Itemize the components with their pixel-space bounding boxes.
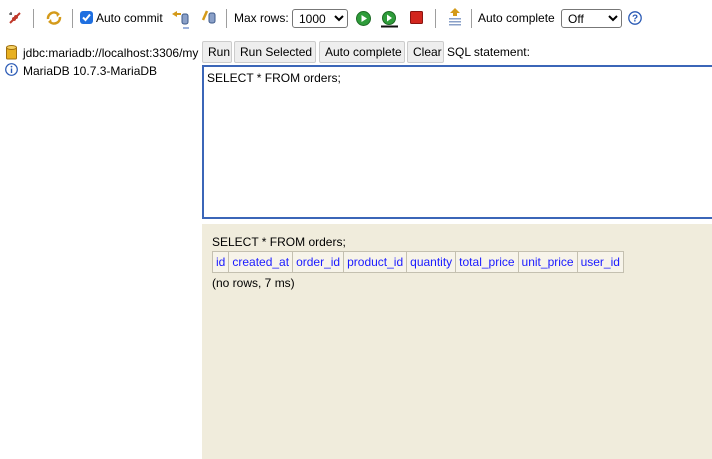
auto-commit-label: Auto commit: [96, 11, 163, 25]
svg-text:?: ?: [632, 14, 638, 25]
info-icon: [5, 63, 18, 76]
history-icon[interactable]: [447, 7, 463, 27]
column-header[interactable]: product_id: [343, 251, 408, 273]
sql-editor-text[interactable]: SELECT * FROM orders;: [207, 71, 341, 85]
run-selected-icon[interactable]: [380, 11, 400, 28]
server-info-label: MariaDB 10.7.3-MariaDB: [23, 64, 158, 78]
column-header[interactable]: order_id: [292, 251, 345, 273]
disconnect-icon[interactable]: [7, 10, 23, 26]
run-icon[interactable]: [356, 11, 371, 26]
result-statement: SELECT * FROM orders;: [212, 235, 346, 249]
results-pane: SELECT * FROM orders; id created_at orde…: [202, 224, 712, 459]
result-table: id created_at order_id product_id quanti…: [211, 251, 624, 273]
auto-commit-checkbox[interactable]: [80, 11, 93, 24]
rollback-icon[interactable]: [200, 8, 218, 26]
sql-statement-label: SQL statement:: [447, 45, 530, 59]
column-header[interactable]: unit_price: [517, 251, 578, 273]
result-header-row: id created_at order_id product_id quanti…: [211, 251, 624, 273]
refresh-icon[interactable]: [45, 10, 63, 26]
auto-complete-button[interactable]: Auto complete: [319, 41, 405, 63]
auto-complete-label: Auto complete: [478, 11, 555, 25]
commit-icon[interactable]: [170, 8, 190, 30]
max-rows-select[interactable]: 1000: [292, 9, 348, 28]
database-icon: [6, 45, 17, 60]
clear-button[interactable]: Clear: [407, 41, 444, 63]
connection-tree: jdbc:mariadb://localhost:3306/my MariaDB…: [0, 37, 202, 459]
connection-label: jdbc:mariadb://localhost:3306/my: [23, 46, 199, 60]
help-icon[interactable]: ?: [628, 11, 642, 25]
column-header[interactable]: id: [211, 251, 230, 273]
column-header[interactable]: user_id: [576, 251, 624, 273]
column-header[interactable]: created_at: [228, 251, 294, 273]
tree-item-connection[interactable]: jdbc:mariadb://localhost:3306/my: [5, 45, 202, 61]
max-rows-label: Max rows:: [234, 11, 289, 25]
toolbar: Auto commit Max rows: 1000 Auto complete: [0, 0, 712, 37]
column-header[interactable]: quantity: [406, 251, 457, 273]
auto-complete-select[interactable]: Off: [561, 9, 622, 28]
query-panel: Run Run Selected Auto complete Clear SQL…: [202, 37, 712, 459]
column-header[interactable]: total_price: [455, 251, 519, 273]
result-status: (no rows, 7 ms): [212, 276, 295, 290]
run-selected-button[interactable]: Run Selected: [234, 41, 316, 63]
sql-editor[interactable]: SELECT * FROM orders;: [202, 65, 712, 219]
stop-icon[interactable]: [410, 11, 423, 24]
run-button[interactable]: Run: [202, 41, 232, 63]
